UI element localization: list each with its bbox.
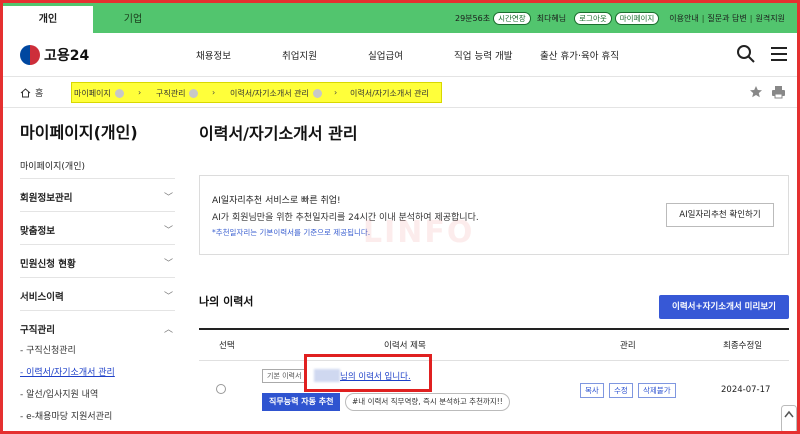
chevron-down-icon: ﹀ — [163, 292, 173, 302]
star-icon[interactable] — [749, 85, 763, 99]
sidebar-sublink-job-application[interactable]: - 구직신청관리 — [20, 343, 76, 356]
dropdown-circle-icon[interactable] — [189, 89, 199, 98]
sidebar-item-mypage-home[interactable]: 마이페이지(개인) — [20, 159, 85, 172]
copy-button[interactable]: 복사 — [580, 383, 604, 398]
watermark: LINFO — [363, 215, 475, 250]
hamburger-menu-icon[interactable] — [769, 44, 789, 64]
nav-vocational-training[interactable]: 직업 능력 개발 — [454, 48, 512, 62]
qna-link[interactable]: 질문과 답변 — [707, 13, 746, 24]
breadcrumb-item-label: 마이페이지 — [74, 89, 111, 98]
breadcrumb-item-mypage[interactable]: 마이페이지 — [74, 88, 124, 99]
sidebar-item-label: 맞춤정보 — [20, 226, 55, 237]
ai-recommend-button[interactable]: AI일자리추천 확인하기 — [666, 203, 774, 227]
ai-headline: AI일자리추천 서비스로 빠른 취업! — [212, 196, 341, 206]
delete-disabled-button[interactable]: 삭제불가 — [638, 383, 676, 398]
column-header-title: 이력서 제목 — [384, 341, 426, 351]
print-icon[interactable] — [771, 85, 786, 99]
breadcrumb-item-label: 이력서/자기소개서 관리 — [350, 89, 429, 98]
tab-personal[interactable]: 개인 — [3, 6, 93, 33]
top-utility-bar: 개인 기업 29분56초 시간연장 최다혜님 로그아웃 마이페이지 이용안내 |… — [3, 3, 797, 33]
divider — [20, 277, 175, 278]
search-icon[interactable] — [736, 44, 756, 64]
divider — [20, 178, 175, 179]
mypage-button[interactable]: 마이페이지 — [614, 11, 660, 25]
sidebar-sublink-resume-management[interactable]: - 이력서/자기소개서 관리 — [20, 365, 115, 378]
guide-link[interactable]: 이용안내 — [669, 13, 698, 24]
nav-parental-leave[interactable]: 출산 휴가·육아 휴직 — [540, 48, 619, 62]
breadcrumb-item-label: 이력서/자기소개서 관리 — [230, 89, 309, 98]
breadcrumb-home-label: 홈 — [35, 89, 44, 99]
breadcrumb-item-current: 이력서/자기소개서 관리 — [350, 88, 429, 99]
chevron-down-icon: ﹀ — [163, 259, 173, 269]
nav-employment-support[interactable]: 취업지원 — [282, 48, 317, 62]
nav-jobs[interactable]: 채용정보 — [196, 48, 231, 62]
divider: | — [749, 13, 753, 23]
ai-recommend-box: AI일자리추천 서비스로 빠른 취업! AI가 회원님만을 위한 추천일자리를 … — [199, 175, 789, 255]
chevron-down-icon: ﹀ — [163, 193, 173, 203]
divider — [20, 211, 175, 212]
resume-preview-button[interactable]: 이력서+자기소개서 미리보기 — [659, 295, 789, 319]
resume-select-radio[interactable] — [216, 384, 226, 394]
sidebar-item-label: 민원신청 현황 — [20, 259, 76, 270]
sidebar-sublink-application-history[interactable]: - 알선/입사지원 내역 — [20, 387, 98, 400]
taegeuk-logo-icon — [20, 45, 40, 65]
sidebar-title: 마이페이지(개인) — [20, 123, 138, 142]
page-title: 이력서/자기소개서 관리 — [199, 124, 358, 143]
column-header-modified-date: 최종수정일 — [723, 341, 763, 351]
chevron-right-icon: › — [138, 88, 142, 97]
sidebar-item-custom-info[interactable]: 맞춤정보 ﹀ — [20, 223, 175, 237]
dropdown-circle-icon[interactable] — [312, 89, 322, 98]
column-header-manage: 관리 — [620, 341, 636, 351]
breadcrumb: 홈 마이페이지 › 구직관리 › 이력서/자기소개서 관리 › 이력서/자기소개… — [3, 78, 797, 108]
session-area: 29분56초 시간연장 최다혜님 로그아웃 마이페이지 이용안내 | 질문과 답… — [455, 10, 785, 26]
sidebar-item-label: 구직관리 — [20, 325, 55, 336]
sidebar-sublink-e-recruit[interactable]: - e-채용마당 지원서관리 — [20, 409, 112, 422]
base-resume-badge: 기본 이력서 — [262, 369, 307, 383]
annotation-highlight-box — [304, 354, 432, 392]
divider: | — [701, 13, 705, 23]
sidebar-item-service-history[interactable]: 서비스이력 ﹀ — [20, 289, 175, 303]
logo-text: 고용24 — [44, 48, 90, 64]
page-frame: 개인 기업 29분56초 시간연장 최다혜님 로그아웃 마이페이지 이용안내 |… — [0, 0, 800, 434]
user-name: 최다혜님 — [536, 13, 567, 23]
table-top-border — [199, 328, 789, 330]
chevron-right-icon: › — [334, 88, 338, 97]
site-header: 고용24 채용정보 취업지원 실업급여 직업 능력 개발 출산 휴가·육아 휴직 — [3, 33, 797, 77]
tab-company[interactable]: 기업 — [93, 6, 173, 33]
sidebar-item-label: 회원정보관리 — [20, 193, 73, 204]
breadcrumb-highlight: 마이페이지 › 구직관리 › 이력서/자기소개서 관리 › 이력서/자기소개서 … — [71, 82, 442, 103]
modified-date: 2024-07-17 — [721, 385, 771, 395]
chevron-right-icon: › — [212, 88, 216, 97]
my-resume-title: 나의 이력서 — [199, 295, 254, 308]
dropdown-circle-icon[interactable] — [114, 89, 124, 98]
extend-session-button[interactable]: 시간연장 — [493, 11, 531, 25]
home-icon — [20, 87, 31, 97]
breadcrumb-home[interactable]: 홈 — [20, 86, 43, 99]
ai-note: *추천일자리는 기본이력서를 기준으로 제공됩니다. — [212, 228, 371, 237]
chevron-up-icon: ︿ — [163, 325, 173, 335]
table-header-divider — [199, 360, 789, 361]
sidebar-item-job-management[interactable]: 구직관리 ︿ — [20, 322, 175, 336]
auto-recommend-button[interactable]: 직무능력 자동 추천 — [262, 393, 341, 411]
nav-unemployment-benefit[interactable]: 실업급여 — [368, 48, 403, 62]
logout-button[interactable]: 로그아웃 — [574, 11, 612, 25]
divider — [20, 310, 175, 311]
edit-button[interactable]: 수정 — [609, 383, 633, 398]
chevron-down-icon: ﹀ — [163, 226, 173, 236]
analysis-hashtag[interactable]: #내 이력서 직무역량, 즉시 분석하고 추천까지!! — [345, 393, 510, 411]
sidebar-item-civil-request[interactable]: 민원신청 현황 ﹀ — [20, 256, 175, 270]
sidebar-item-label: 서비스이력 — [20, 292, 64, 303]
session-timer: 29분56초 — [455, 13, 491, 23]
sidebar-item-member-info[interactable]: 회원정보관리 ﹀ — [20, 190, 175, 204]
site-logo[interactable]: 고용24 — [20, 45, 89, 65]
scroll-to-top-button[interactable] — [781, 405, 797, 433]
remote-support-link[interactable]: 원격지원 — [755, 13, 784, 24]
breadcrumb-item-label: 구직관리 — [156, 89, 186, 98]
divider — [20, 244, 175, 245]
breadcrumb-item-job-management[interactable]: 구직관리 — [156, 88, 199, 99]
breadcrumb-item-resume-management[interactable]: 이력서/자기소개서 관리 — [230, 88, 322, 99]
column-header-select: 선택 — [219, 341, 235, 351]
